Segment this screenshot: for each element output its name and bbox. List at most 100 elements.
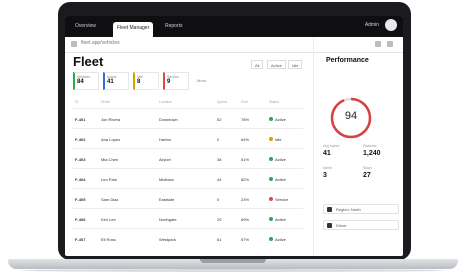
driver-icon: [327, 223, 332, 228]
cell-status: Idle: [275, 137, 282, 142]
status-dot-icon: [269, 137, 273, 141]
cell-fuel: 78%: [241, 117, 250, 122]
col-driver: Driver: [101, 100, 111, 104]
cell-status: Active: [275, 117, 286, 122]
stat-label: Avg speed: [323, 144, 340, 148]
table-row[interactable]: F-407 Eli Ross Westpark 61 57% Active: [73, 228, 303, 249]
stat-card[interactable]: Idle 8: [133, 72, 159, 90]
table-row[interactable]: F-401 Jon Rivera Downtown 52 78% Active: [73, 108, 303, 129]
cell-speed: 44: [217, 177, 222, 182]
url-field[interactable]: fleet.app/vehicles: [81, 40, 120, 46]
region-select-value: Region: North: [336, 207, 361, 212]
laptop-notch: [200, 259, 266, 263]
cell-location: Westpark: [159, 237, 176, 242]
stat-card[interactable]: Active 41: [103, 72, 129, 90]
filter-idle[interactable]: Idle: [288, 60, 303, 69]
page-title: Fleet: [73, 54, 104, 69]
card-value: 41: [107, 79, 114, 85]
stat-label: Alerts: [323, 166, 332, 170]
cell-driver: Ana Lopez: [101, 137, 121, 142]
cell-fuel: 64%: [241, 137, 250, 142]
cell-id: F-401: [75, 117, 86, 122]
stat-value: 3: [323, 172, 327, 179]
filter-active[interactable]: Active: [267, 60, 286, 69]
stat-value: 27: [363, 172, 371, 179]
tab-reports[interactable]: Reports: [161, 20, 187, 33]
cell-driver: Jon Rivera: [101, 117, 121, 122]
stat-card[interactable]: Service 9: [163, 72, 189, 90]
driver-select[interactable]: Driver: [323, 220, 399, 230]
cell-driver: Kim Lee: [101, 217, 116, 222]
col-speed: Speed: [217, 100, 228, 104]
panel-title: Performance: [326, 57, 369, 64]
cell-driver: Eli Ross: [101, 237, 116, 242]
cell-location: Eastside: [159, 197, 175, 202]
table-row[interactable]: F-404 Leo Park Midtown 44 82% Active: [73, 168, 303, 189]
cell-id: F-405: [75, 197, 86, 202]
back-icon[interactable]: [71, 41, 77, 47]
cell-driver: Sam Diaz: [101, 197, 119, 202]
cell-location: Airport: [159, 157, 171, 162]
cell-speed: 29: [217, 217, 222, 222]
more-link[interactable]: More: [197, 78, 206, 83]
card-value: 8: [137, 79, 141, 85]
stat-label: Distance: [363, 144, 377, 148]
avatar[interactable]: [385, 19, 397, 31]
cell-speed: 0: [217, 197, 220, 202]
cell-speed: 38: [217, 157, 222, 162]
cell-location: Downtown: [159, 117, 178, 122]
cell-location: Northgate: [159, 217, 177, 222]
card-value: 9: [167, 79, 171, 85]
cell-id: F-406: [75, 217, 86, 222]
cell-fuel: 82%: [241, 177, 250, 182]
stat-card[interactable]: Vehicles 84: [73, 72, 99, 90]
table-row[interactable]: F-405 Sam Diaz Eastside 0 23% Service: [73, 188, 303, 209]
status-dot-icon: [269, 177, 273, 181]
status-dot-icon: [269, 237, 273, 241]
driver-select-value: Driver: [336, 223, 347, 228]
browser-titlebar: Overview Fleet Manager Reports Admin: [65, 16, 403, 37]
stat-value: 1,240: [363, 150, 381, 157]
cell-status: Active: [275, 217, 286, 222]
gauge-value: 94: [344, 110, 358, 122]
cell-fuel: 69%: [241, 217, 250, 222]
cell-fuel: 57%: [241, 237, 250, 242]
cell-id: F-402: [75, 137, 86, 142]
cell-status: Active: [275, 177, 286, 182]
status-dot-icon: [269, 197, 273, 201]
cell-status: Active: [275, 157, 286, 162]
col-id: ID: [75, 100, 79, 104]
account-label: Admin: [364, 22, 379, 28]
cell-driver: Leo Park: [101, 177, 118, 182]
stat-label: Stops: [363, 166, 372, 170]
laptop-shadow: [20, 269, 446, 272]
col-status: Status: [269, 100, 279, 104]
table-row[interactable]: F-403 Mia Chen Airport 38 51% Active: [73, 148, 303, 169]
status-dot-icon: [269, 117, 273, 121]
cell-fuel: 23%: [241, 197, 250, 202]
screen: Overview Fleet Manager Reports Admin fle…: [65, 16, 403, 256]
card-value: 84: [77, 79, 84, 85]
cell-status: Service: [275, 197, 289, 202]
cell-location: Harbor: [159, 137, 172, 142]
cell-speed: 52: [217, 117, 222, 122]
tab-fleet-manager[interactable]: Fleet Manager: [113, 22, 154, 37]
cell-id: F-407: [75, 237, 86, 242]
tab-overview[interactable]: Overview: [71, 20, 100, 33]
cell-speed: 61: [217, 237, 222, 242]
cell-fuel: 51%: [241, 157, 250, 162]
cell-location: Midtown: [159, 177, 174, 182]
cell-speed: 0: [217, 137, 220, 142]
stat-value: 41: [323, 150, 331, 157]
filter-all[interactable]: All: [251, 60, 264, 69]
cell-status: Active: [275, 237, 286, 242]
table-row[interactable]: F-406 Kim Lee Northgate 29 69% Active: [73, 208, 303, 229]
col-fuel: Fuel: [241, 100, 248, 104]
cell-driver: Mia Chen: [101, 157, 119, 162]
col-location: Location: [159, 100, 173, 104]
cell-id: F-403: [75, 157, 86, 162]
region-select[interactable]: Region: North: [323, 204, 399, 214]
table-row[interactable]: F-402 Ana Lopez Harbor 0 64% Idle: [73, 128, 303, 149]
region-icon: [327, 207, 332, 212]
status-dot-icon: [269, 157, 273, 161]
